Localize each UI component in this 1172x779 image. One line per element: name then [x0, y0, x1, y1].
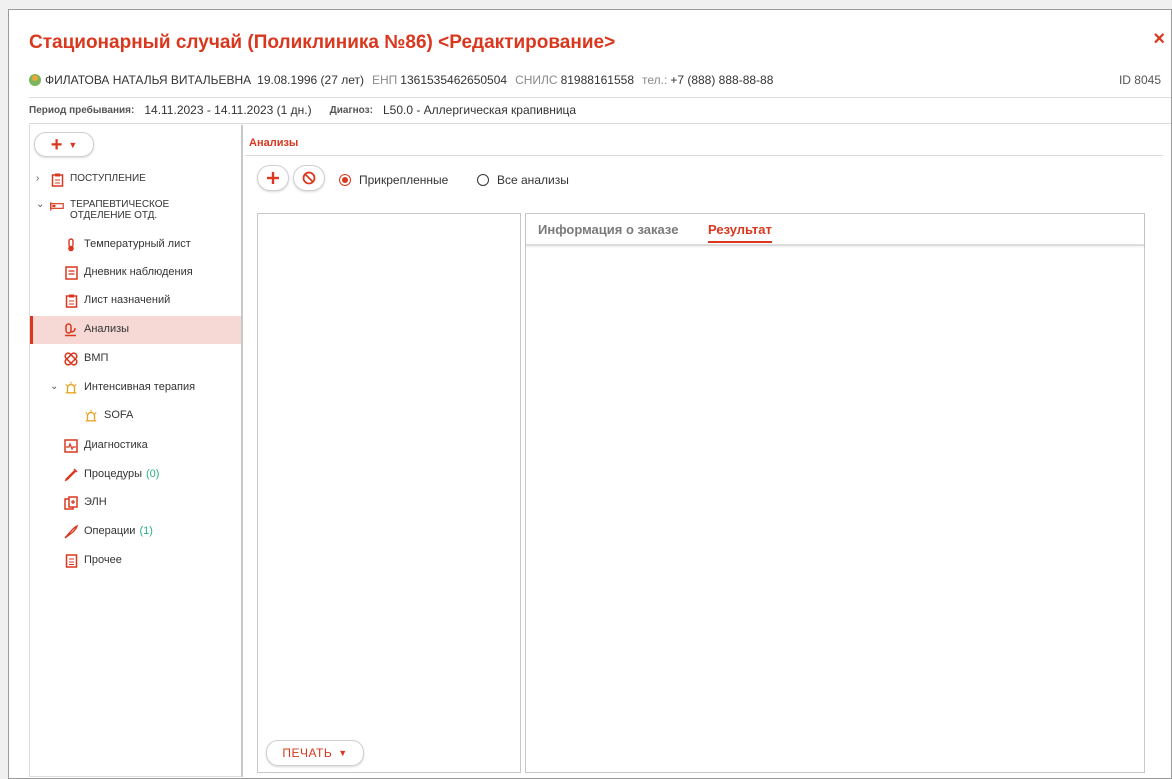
sidebar-item-analyses[interactable]: Анализы	[64, 323, 129, 337]
sidebar-item-admission[interactable]: › ПОСТУПЛЕНИЕ	[36, 173, 146, 187]
active-row-highlight	[30, 316, 241, 344]
sidebar-item-other[interactable]: Прочее	[64, 554, 122, 568]
caret-down-icon: ▼	[68, 139, 78, 150]
sidebar-item-label: ПОСТУПЛЕНИЕ	[70, 173, 146, 184]
sidebar-item-prescriptions[interactable]: Лист назначений	[64, 294, 170, 308]
syringe-icon	[64, 468, 78, 482]
plus-icon	[267, 172, 279, 184]
snils-value: 81988161558	[560, 73, 634, 87]
bed-icon	[50, 199, 64, 213]
operations-count: (1)	[139, 525, 153, 537]
file-icon	[64, 554, 78, 568]
caret-down-icon: ▼	[338, 748, 348, 758]
case-window: Стационарный случай (Поликлиника №86) <Р…	[8, 9, 1172, 779]
diagnosis-value: L50.0 - Аллергическая крапивница	[382, 103, 577, 117]
ecg-icon	[64, 439, 78, 453]
sidebar-item-operations[interactable]: Операции (1)	[64, 525, 153, 539]
radio-all-analyses[interactable]: Все анализы	[477, 173, 569, 187]
enp-value: 1361535462650504	[400, 73, 508, 87]
sidebar: + ▼ › ПОСТУПЛЕНИЕ ⌄ ТЕРАПЕВТИЧЕСКОЕ ОТДЕ…	[29, 125, 243, 777]
sidebar-item-eln[interactable]: ЭЛН	[64, 496, 107, 510]
period-value: 14.11.2023 - 14.11.2023 (1 дн.)	[144, 103, 312, 117]
block-icon	[302, 171, 316, 185]
analyses-list[interactable]: ПЕЧАТЬ ▼	[257, 213, 521, 773]
sidebar-item-procedures[interactable]: Процедуры (0)	[64, 468, 159, 482]
radio-attached-label: Прикрепленные	[359, 173, 449, 187]
sidebar-item-label-line2: ОТДЕЛЕНИЕ ОТД.	[70, 210, 158, 221]
alarm-icon	[84, 409, 98, 423]
sidebar-item-label: Процедуры	[84, 468, 143, 480]
divider	[29, 97, 1171, 98]
detail-tabs: Информация о заказе Результат	[526, 214, 1144, 246]
sidebar-item-label: Дневник наблюдения	[84, 266, 193, 278]
phone-value: +7 (888) 888-88-88	[670, 73, 774, 87]
diagnosis-label: Диагноз:	[329, 104, 373, 116]
bandage-icon	[64, 352, 78, 366]
analysis-detail-panel: Информация о заказе Результат	[525, 213, 1145, 773]
patient-info-bar: ФИЛАТОВА НАТАЛЬЯ ВИТАЛЬЕВНА 19.08.1996 (…	[29, 73, 1161, 87]
radio-attached[interactable]: Прикрепленные	[339, 173, 448, 187]
scalpel-icon	[64, 525, 78, 539]
print-label: ПЕЧАТЬ	[282, 746, 333, 760]
add-analysis-button[interactable]	[257, 165, 289, 191]
sidebar-item-label-line1: ТЕРАПЕВТИЧЕСКОЕ	[70, 199, 170, 210]
radio-dot	[339, 174, 351, 186]
procedures-count: (0)	[146, 468, 160, 480]
chevron-down-icon[interactable]: ⌄	[36, 199, 46, 210]
alarm-icon	[64, 381, 78, 395]
sidebar-item-vmp[interactable]: ВМП	[64, 352, 108, 366]
patient-id: ID 8045	[1118, 73, 1161, 87]
sidebar-item-label: Прочее	[84, 554, 122, 566]
divider	[29, 123, 1171, 124]
sidebar-item-label: Температурный лист	[84, 238, 191, 250]
thermometer-icon	[64, 238, 78, 252]
period-label: Период пребывания:	[29, 104, 135, 116]
patient-avatar-icon	[29, 74, 41, 86]
sidebar-item-label: ЭЛН	[84, 496, 107, 508]
clipboard-icon	[50, 173, 64, 187]
sidebar-item-intensive-care[interactable]: ⌄ Интенсивная терапия	[50, 381, 195, 395]
patient-name: ФИЛАТОВА НАТАЛЬЯ ВИТАЛЬЕВНА	[45, 73, 252, 87]
notebook-icon	[64, 266, 78, 280]
sidebar-item-label: ВМП	[84, 352, 109, 364]
sidebar-item-label: Интенсивная терапия	[84, 381, 196, 393]
sidebar-item-label: Операции	[84, 525, 136, 537]
sidebar-item-label: Диагностика	[84, 439, 148, 451]
main-panel: Анализы Прикрепленные Все анализы ПЕЧАТЬ…	[245, 125, 1163, 777]
sidebar-item-label: SOFA	[104, 409, 134, 421]
lab-icon	[64, 323, 78, 337]
enp-label: ЕНП	[372, 73, 398, 87]
tab-order-info[interactable]: Информация о заказе	[538, 222, 678, 241]
sidebar-item-temperature[interactable]: Температурный лист	[64, 238, 191, 252]
sidebar-item-observation-diary[interactable]: Дневник наблюдения	[64, 266, 193, 280]
tab-result[interactable]: Результат	[708, 222, 772, 243]
sidebar-item-therapy-dept[interactable]: ⌄ ТЕРАПЕВТИЧЕСКОЕ ОТДЕЛЕНИЕ ОТД.	[36, 199, 169, 221]
radio-all-label: Все анализы	[497, 173, 569, 187]
sidebar-item-label: ТЕРАПЕВТИЧЕСКОЕ ОТДЕЛЕНИЕ ОТД.	[70, 199, 169, 221]
document-copy-icon	[64, 496, 78, 510]
sidebar-item-sofa[interactable]: SOFA	[84, 409, 133, 423]
close-icon[interactable]: ×	[1153, 28, 1165, 51]
cancel-analysis-button[interactable]	[293, 165, 325, 191]
print-button[interactable]: ПЕЧАТЬ ▼	[266, 740, 364, 766]
chevron-right-icon[interactable]: ›	[36, 173, 46, 184]
add-button[interactable]: + ▼	[34, 132, 94, 157]
plus-icon: +	[50, 133, 63, 156]
divider	[245, 155, 1163, 156]
chevron-down-icon[interactable]: ⌄	[50, 381, 60, 392]
stay-info-bar: Период пребывания: 14.11.2023 - 14.11.20…	[29, 103, 576, 117]
sidebar-item-label: Анализы	[84, 323, 130, 335]
phone-label: тел.:	[642, 73, 668, 87]
window-title: Стационарный случай (Поликлиника №86) <Р…	[29, 32, 616, 53]
sidebar-item-diagnostics[interactable]: Диагностика	[64, 439, 148, 453]
snils-label: СНИЛС	[515, 73, 558, 87]
sidebar-item-label: Лист назначений	[84, 294, 171, 306]
patient-birth: 19.08.1996 (27 лет)	[257, 73, 364, 87]
section-title: Анализы	[249, 137, 299, 149]
radio-dot	[477, 174, 489, 186]
clipboard-list-icon	[64, 294, 78, 308]
